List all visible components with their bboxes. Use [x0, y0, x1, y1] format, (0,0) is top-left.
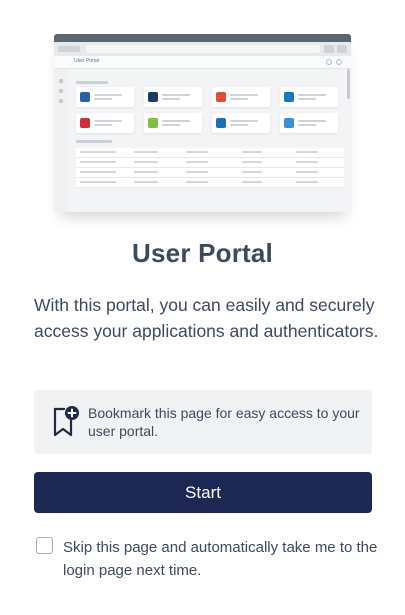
blue-app-icon	[216, 118, 226, 128]
v-app-icon	[148, 92, 158, 102]
preview-app-name-line	[230, 94, 258, 96]
preview-table-cell	[134, 181, 158, 183]
bookmark-plus-icon	[53, 406, 79, 437]
preview-app-name-line	[94, 120, 122, 122]
preview-sidebar-item	[59, 99, 63, 103]
preview-table-cell	[186, 161, 208, 163]
preview-app-card	[212, 113, 270, 133]
preview-table-cell	[134, 151, 158, 153]
preview-table-cell	[80, 181, 116, 183]
preview-app-name-line	[162, 94, 190, 96]
preview-table-cell	[296, 161, 318, 163]
preview-app-name-line	[230, 120, 258, 122]
preview-table-cell	[242, 161, 262, 163]
preview-help-icon	[326, 59, 332, 65]
preview-app-card	[144, 87, 202, 107]
preview-table-row	[76, 178, 344, 188]
preview-app-name-line	[298, 124, 316, 126]
preview-toolbar-button	[337, 45, 347, 53]
preview-table-cell	[80, 161, 116, 163]
preview-app-name-line	[230, 98, 248, 100]
preview-app-name-line	[162, 124, 180, 126]
preview-app-card	[280, 113, 338, 133]
bookmark-hint-text: Bookmark this page for easy access to yo…	[88, 405, 360, 439]
preview-app-name-line	[298, 120, 326, 122]
preview-table-cell	[134, 171, 158, 173]
preview-app-name-line	[162, 120, 190, 122]
preview-app-card	[212, 87, 270, 107]
bookmark-hint-panel: Bookmark this page for easy access to yo…	[34, 390, 372, 454]
preview-app-name-line	[94, 98, 112, 100]
preview-scrollbar	[347, 69, 350, 99]
preview-nav-buttons	[58, 46, 80, 52]
preview-table-cell	[296, 151, 318, 153]
preview-address-bar	[86, 45, 320, 53]
skip-checkbox[interactable]	[36, 537, 53, 554]
skip-checkbox-label[interactable]: Skip this page and automatically take me…	[63, 536, 383, 582]
preview-app-card	[76, 113, 134, 133]
preview-table-cell	[186, 151, 208, 153]
preview-app-name-line	[230, 124, 248, 126]
circle-app-icon	[80, 92, 90, 102]
preview-table-cell	[296, 171, 318, 173]
preview-app-card	[280, 87, 338, 107]
preview-header-title: User Portal	[74, 58, 100, 64]
red-app-icon	[80, 118, 90, 128]
preview-app-name-line	[298, 98, 316, 100]
preview-app-name-line	[162, 98, 180, 100]
preview-table-row	[76, 158, 344, 168]
preview-section-heading	[76, 81, 108, 84]
preview-app-name-line	[94, 124, 112, 126]
preview-table-cell	[242, 181, 262, 183]
page-title: User Portal	[132, 238, 273, 268]
preview-sidebar	[54, 69, 68, 212]
preview-table-cell	[80, 171, 116, 173]
preview-app-name-line	[298, 94, 326, 96]
start-button[interactable]: Start	[34, 472, 372, 513]
preview-browser-bar	[54, 42, 351, 56]
preview-sidebar-item	[59, 89, 63, 93]
preview-table-cell	[242, 151, 262, 153]
preview-user-icon	[336, 59, 342, 65]
cloud-app-icon	[284, 118, 294, 128]
preview-table-heading	[76, 140, 112, 143]
preview-table-cell	[242, 171, 262, 173]
preview-table-cell	[134, 161, 158, 163]
preview-app-name-line	[94, 94, 122, 96]
green-app-icon	[148, 118, 158, 128]
preview-table-row	[76, 148, 344, 158]
preview-table-cell	[186, 171, 208, 173]
preview-window-titlebar	[54, 34, 351, 42]
multicolor-app-icon	[216, 92, 226, 102]
preview-app-card	[76, 87, 134, 107]
preview-sidebar-item	[59, 79, 63, 83]
preview-table-row	[76, 168, 344, 178]
preview-page-header: User Portal	[54, 56, 351, 69]
box-app-icon	[284, 92, 294, 102]
page-description: With this portal, you can easily and sec…	[34, 295, 379, 341]
preview-table-cell	[296, 181, 318, 183]
portal-preview-image: User Portal	[54, 34, 351, 212]
preview-app-card	[144, 113, 202, 133]
preview-table-cell	[80, 151, 116, 153]
preview-table-cell	[186, 181, 208, 183]
preview-toolbar-button	[324, 45, 334, 53]
